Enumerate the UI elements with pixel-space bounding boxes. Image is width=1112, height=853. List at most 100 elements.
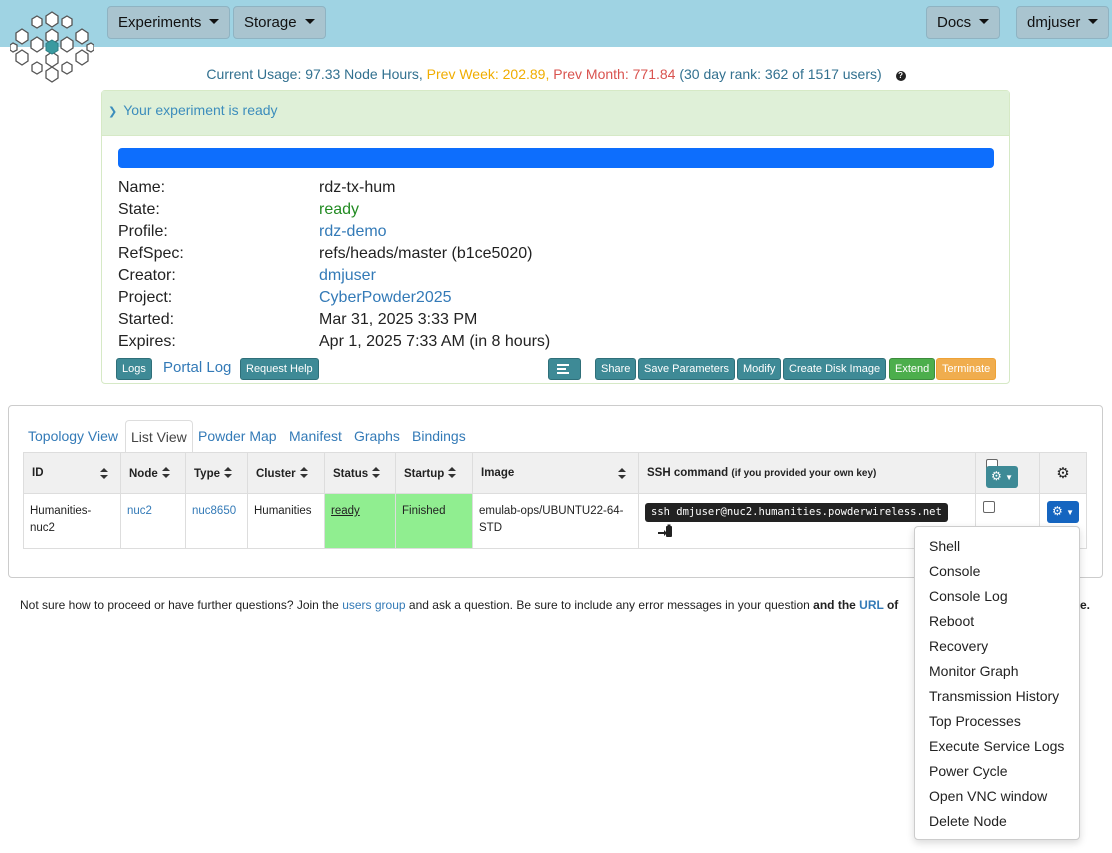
column-header-actions: ⚙	[1039, 452, 1087, 494]
node-link[interactable]: nuc2	[127, 505, 152, 517]
project-link[interactable]: CyberPowder2025	[319, 289, 452, 306]
caret-down-icon	[979, 19, 990, 24]
cell-type: nuc8650	[185, 493, 248, 549]
sort-icon	[372, 466, 381, 478]
tab-bindings[interactable]: Bindings	[412, 428, 466, 452]
caret-down-icon	[304, 19, 315, 24]
list-toggle-button[interactable]	[548, 358, 581, 380]
experiment-expires: Apr 1, 2025 7:33 AM (in 8 hours)	[319, 333, 551, 350]
list-icon	[557, 364, 572, 374]
column-header-id[interactable]: ID	[23, 452, 121, 494]
menu-item-top-processes[interactable]: Top Processes	[915, 709, 1079, 734]
menu-item-console[interactable]: Console	[915, 559, 1079, 584]
caret-down-icon: ▼	[1005, 473, 1014, 482]
info-label: Name:	[118, 179, 166, 196]
menu-item-delete-node[interactable]: Delete Node	[915, 809, 1079, 834]
status-ready-label[interactable]: ready	[331, 505, 360, 517]
clipboard-icon[interactable]	[657, 524, 673, 544]
profile-link[interactable]: rdz-demo	[319, 223, 387, 240]
create-disk-image-button[interactable]: Create Disk Image	[783, 358, 887, 380]
experiments-menu-label: Experiments	[118, 14, 202, 31]
experiment-panel-heading[interactable]: ❯ Your experiment is ready	[102, 91, 1009, 136]
sort-icon	[618, 468, 626, 479]
info-row-state: State: ready	[118, 199, 359, 221]
help-icon[interactable]: ?	[895, 71, 906, 81]
url-link[interactable]: URL	[859, 598, 883, 612]
info-label: RefSpec:	[118, 245, 184, 262]
portal-log-link[interactable]: Portal Log	[163, 359, 231, 376]
experiments-menu-button[interactable]: Experiments	[107, 6, 231, 39]
header-label: Status	[333, 467, 369, 480]
bulk-actions-button[interactable]: ⚙ ▼	[986, 466, 1019, 488]
node-actions-button[interactable]: ⚙ ▼	[1047, 501, 1080, 523]
column-header-cluster[interactable]: Cluster	[247, 452, 325, 494]
tab-graphs[interactable]: Graphs	[354, 428, 400, 452]
column-header-status[interactable]: Status	[324, 452, 396, 494]
row-select-checkbox[interactable]	[983, 501, 995, 513]
gear-icon: ⚙	[1056, 465, 1070, 482]
menu-item-transmission-history[interactable]: Transmission History	[915, 684, 1079, 709]
menu-item-power-cycle[interactable]: Power Cycle	[915, 759, 1079, 784]
menu-item-execute-service-logs[interactable]: Execute Service Logs	[915, 734, 1079, 759]
menu-item-shell[interactable]: Shell	[915, 534, 1079, 559]
header-label: Type	[194, 467, 220, 480]
user-menu-label: dmjuser	[1027, 14, 1081, 31]
storage-menu-label: Storage	[244, 14, 297, 31]
column-header-select: ⚙ ▼	[975, 452, 1040, 494]
column-header-type[interactable]: Type	[185, 452, 248, 494]
info-row-profile: Profile: rdz-demo	[118, 221, 387, 243]
column-header-image[interactable]: Image	[472, 452, 639, 494]
save-parameters-button[interactable]: Save Parameters	[638, 358, 735, 380]
caret-down-icon	[1088, 19, 1099, 24]
tab-manifest[interactable]: Manifest	[289, 428, 342, 452]
extend-button[interactable]: Extend	[889, 358, 936, 380]
info-row-creator: Creator: dmjuser	[118, 265, 376, 287]
header-label: Node	[129, 467, 158, 480]
menu-item-monitor-graph[interactable]: Monitor Graph	[915, 659, 1079, 684]
type-link[interactable]: nuc8650	[192, 505, 236, 517]
cell-image: emulab-ops/UBUNTU22-64-STD	[472, 493, 639, 549]
user-menu-button[interactable]: dmjuser	[1016, 6, 1110, 39]
info-row-name: Name: rdz-tx-hum	[118, 177, 395, 199]
experiment-status-panel: ❯ Your experiment is ready Name: rdz-tx-hu…	[101, 90, 1010, 384]
column-header-startup[interactable]: Startup	[395, 452, 473, 494]
header-label: Cluster	[256, 467, 296, 480]
column-header-node[interactable]: Node	[120, 452, 186, 494]
storage-menu-button[interactable]: Storage	[233, 6, 326, 39]
gear-icon: ⚙	[991, 469, 1002, 483]
menu-item-recovery[interactable]: Recovery	[915, 634, 1079, 659]
modify-button[interactable]: Modify	[737, 358, 782, 380]
footnote-tail: e.	[1080, 598, 1091, 612]
terminate-button[interactable]: Terminate	[936, 358, 997, 380]
cell-startup: Finished	[395, 493, 473, 549]
creator-link[interactable]: dmjuser	[319, 267, 376, 284]
sort-icon	[161, 466, 170, 478]
menu-item-reboot[interactable]: Reboot	[915, 609, 1079, 634]
tab-topology-view[interactable]: Topology View	[28, 428, 118, 452]
request-help-button[interactable]: Request Help	[240, 358, 319, 380]
menu-item-console-log[interactable]: Console Log	[915, 584, 1079, 609]
info-row-expires: Expires: Apr 1, 2025 7:33 AM (in 8 hours)	[118, 331, 550, 353]
share-button[interactable]: Share	[595, 358, 637, 380]
sort-icon	[100, 468, 108, 479]
header-label: SSH command	[647, 467, 729, 479]
cell-node: nuc2	[120, 493, 186, 549]
menu-item-open-vnc-window[interactable]: Open VNC window	[915, 784, 1079, 809]
experiment-refspec: refs/heads/master (b1ce5020)	[319, 245, 533, 262]
tab-list-view[interactable]: List View	[125, 420, 193, 453]
users-group-link[interactable]: users group	[342, 598, 405, 612]
current-usage: Current Usage: 97.33 Node Hours,	[206, 66, 423, 82]
info-label: Profile:	[118, 223, 168, 240]
docs-menu-label: Docs	[937, 14, 972, 31]
docs-menu-button[interactable]: Docs	[926, 6, 1001, 39]
gear-icon: ⚙	[1052, 504, 1063, 518]
header-label: ID	[32, 467, 44, 479]
footnote-text: Not sure how to proceed or have further …	[20, 598, 343, 612]
ssh-command[interactable]: ssh dmjuser@nuc2.humanities.powderwirele…	[645, 503, 948, 522]
info-label: Started:	[118, 311, 175, 328]
tab-powder-map[interactable]: Powder Map	[198, 428, 277, 452]
table-header-row: ID Node Type Cluster Status Startup Imag…	[23, 452, 1087, 494]
usage-rank: (30 day rank: 362 of 1517 users)	[679, 66, 882, 82]
logs-button[interactable]: Logs	[116, 358, 152, 380]
chevron-down-icon: ❯	[108, 106, 118, 118]
